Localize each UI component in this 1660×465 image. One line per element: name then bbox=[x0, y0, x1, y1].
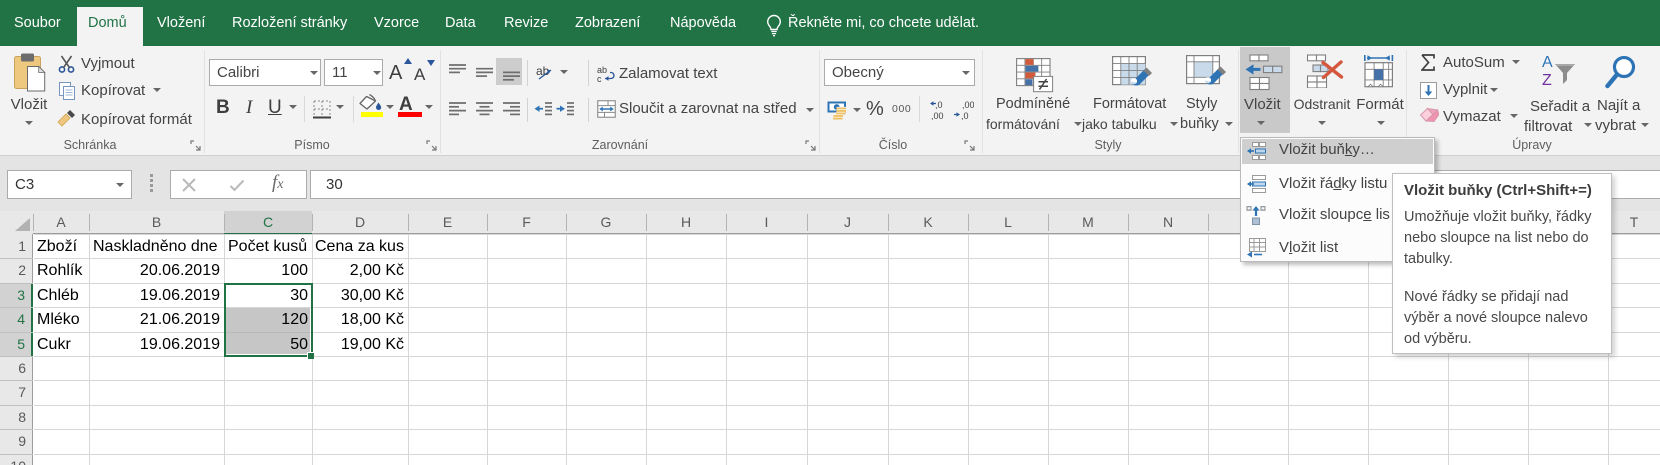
svg-text:Z: Z bbox=[1542, 72, 1552, 86]
svg-text:,0: ,0 bbox=[935, 100, 943, 110]
svg-text:,00: ,00 bbox=[931, 111, 944, 120]
svg-text:,00: ,00 bbox=[962, 100, 974, 110]
svg-text:A: A bbox=[1542, 54, 1553, 71]
svg-text:,0: ,0 bbox=[961, 111, 969, 120]
svg-text:c: c bbox=[597, 74, 602, 83]
